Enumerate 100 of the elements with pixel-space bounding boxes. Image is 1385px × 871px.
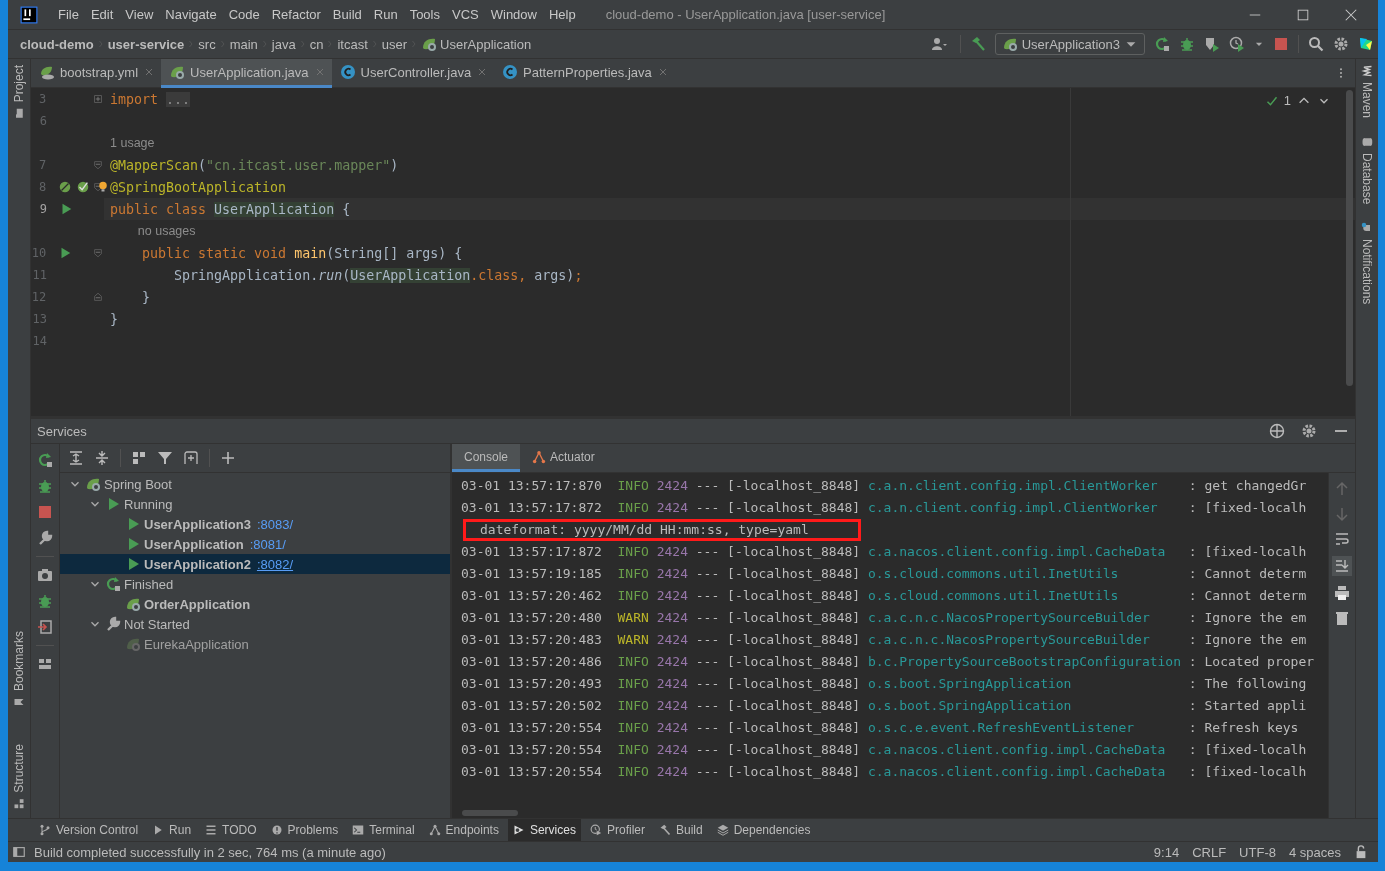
stop-icon[interactable] [1273, 36, 1289, 52]
filter-icon[interactable] [157, 450, 173, 466]
breadcrumb-item[interactable]: user-service [107, 36, 185, 52]
tree-item[interactable]: EurekaApplication [60, 634, 450, 654]
menu-item[interactable]: View [119, 7, 160, 22]
status-item[interactable]: UTF-8 [1239, 844, 1276, 860]
breadcrumb-item[interactable]: main [229, 36, 258, 52]
menu-item[interactable]: Help [542, 7, 582, 22]
tool-window-button[interactable]: Build [653, 819, 708, 841]
tree-item[interactable]: UserApplication3 :8083/ [60, 514, 450, 534]
expand-icon[interactable] [92, 93, 104, 105]
breadcrumb-item[interactable]: cn [309, 36, 324, 52]
scroll-to-end-icon[interactable] [1334, 558, 1350, 574]
console-tab[interactable]: Console [452, 444, 521, 472]
tree-item[interactable]: Spring Boot [60, 474, 450, 494]
bean-check-icon[interactable] [76, 180, 91, 194]
clock-run-icon[interactable] [1229, 36, 1245, 52]
close-icon[interactable] [1344, 7, 1358, 22]
soft-wrap-icon[interactable] [1334, 531, 1350, 547]
group-icon[interactable] [131, 450, 147, 466]
menu-item[interactable]: VCS [446, 7, 485, 22]
menu-item[interactable]: Window [484, 7, 543, 22]
expand-all-icon[interactable] [68, 450, 84, 466]
tool-window-button[interactable]: Project [8, 65, 30, 120]
wrench-icon[interactable] [37, 530, 53, 546]
menu-item[interactable]: File [52, 7, 85, 22]
scrollbar[interactable] [462, 810, 518, 816]
console-tab[interactable]: Actuator [520, 444, 607, 472]
menu-item[interactable]: Refactor [265, 7, 327, 22]
tool-window-button[interactable]: Endpoints [423, 819, 504, 841]
panel-toggle-icon[interactable] [12, 845, 26, 859]
tool-window-button[interactable]: Notifications [1356, 222, 1378, 305]
menu-item[interactable]: Edit [84, 7, 120, 22]
tool-window-button[interactable]: Profiler [584, 819, 650, 841]
menu-item[interactable]: Code [222, 7, 266, 22]
bug-icon[interactable] [1179, 36, 1195, 52]
menu-item[interactable]: Run [367, 7, 404, 22]
tool-window-button[interactable]: Bookmarks [8, 631, 30, 709]
breadcrumb-item[interactable]: itcast [337, 36, 368, 52]
add-icon[interactable] [220, 450, 236, 466]
usage-hint[interactable]: 1 usage [110, 136, 155, 150]
search-icon[interactable] [1308, 36, 1324, 52]
print-icon[interactable] [1334, 585, 1350, 601]
tool-window-button[interactable]: Maven [1356, 65, 1378, 119]
breadcrumb-item[interactable]: user [381, 36, 408, 52]
tool-window-button[interactable]: TODO [200, 819, 262, 841]
debug-icon[interactable] [37, 478, 53, 494]
maximize-icon[interactable] [1296, 7, 1310, 22]
new-tab-icon[interactable] [183, 450, 199, 466]
breadcrumb-item[interactable]: src [198, 36, 216, 52]
lock-icon[interactable] [1354, 845, 1368, 859]
camera-icon[interactable] [37, 567, 53, 583]
stop-icon[interactable] [37, 504, 53, 520]
editor-tab[interactable]: PatternProperties.java [494, 59, 675, 88]
breadcrumb-item[interactable]: cloud-demo [20, 36, 94, 52]
tool-window-button[interactable]: Dependencies [711, 819, 816, 841]
log-line: 03-01 13:57:20:462 INFO 2424 --- [-localhost_8848] o.s.cloud.commons.util.InetUtils : Cannot determ [461, 587, 1308, 605]
tool-window-button[interactable]: Structure [8, 744, 30, 810]
tool-window-button[interactable]: Problems [265, 819, 344, 841]
tree-item[interactable]: UserApplication :8081/ [60, 534, 450, 554]
exit-icon[interactable] [37, 619, 53, 635]
menu-item[interactable]: Build [326, 7, 368, 22]
settings-icon[interactable] [1333, 36, 1349, 52]
debug-attach-icon[interactable] [37, 593, 53, 609]
status-item[interactable]: 9:14 [1153, 844, 1180, 860]
run-configuration-dropdown[interactable]: UserApplication3 [994, 33, 1145, 55]
tool-window-button[interactable]: Services [507, 819, 581, 841]
menu-item[interactable]: Tools [403, 7, 446, 22]
tree-item[interactable]: OrderApplication [60, 594, 450, 614]
rerun-icon[interactable] [37, 452, 53, 468]
layout-icon[interactable] [37, 656, 53, 672]
settings-icon[interactable] [1301, 423, 1317, 439]
rerun-icon[interactable] [1154, 36, 1170, 52]
inspection-count[interactable]: 1 [1283, 93, 1291, 108]
tree-item[interactable]: Not Started [60, 614, 450, 634]
usage-hint[interactable]: no usages [137, 224, 196, 238]
bean-icon[interactable] [58, 180, 73, 194]
tree-item[interactable]: Running [60, 494, 450, 514]
tool-window-button[interactable]: Version Control [34, 819, 144, 841]
shield-run-icon[interactable] [1204, 36, 1220, 52]
tree-item[interactable]: Finished [60, 574, 450, 594]
status-item[interactable]: CRLF [1192, 844, 1227, 860]
toolbox-logo-icon[interactable] [1358, 36, 1374, 52]
actuator-icon [532, 449, 547, 464]
tree-item[interactable]: UserApplication2 :8082/ [60, 554, 450, 574]
editor-tab[interactable]: UserApplication.java [161, 59, 332, 88]
trash-icon[interactable] [1334, 610, 1350, 626]
breadcrumb-item[interactable]: java [271, 36, 296, 52]
status-item[interactable]: 4 spaces [1288, 844, 1341, 860]
tool-window-button[interactable]: Terminal [347, 819, 420, 841]
scrollbar[interactable] [1346, 90, 1353, 386]
breadcrumb-item[interactable]: UserApplication [421, 36, 532, 52]
tool-window-button[interactable]: Database [1356, 136, 1378, 205]
globe-icon[interactable] [1269, 423, 1285, 439]
editor-tab[interactable]: bootstrap.yml [31, 59, 162, 88]
tool-window-button[interactable]: Run [147, 819, 197, 841]
editor-tab[interactable]: UserController.java [331, 59, 495, 88]
collapse-all-icon[interactable] [94, 450, 110, 466]
menu-item[interactable]: Navigate [159, 7, 223, 22]
lightbulb-icon[interactable] [97, 180, 109, 194]
